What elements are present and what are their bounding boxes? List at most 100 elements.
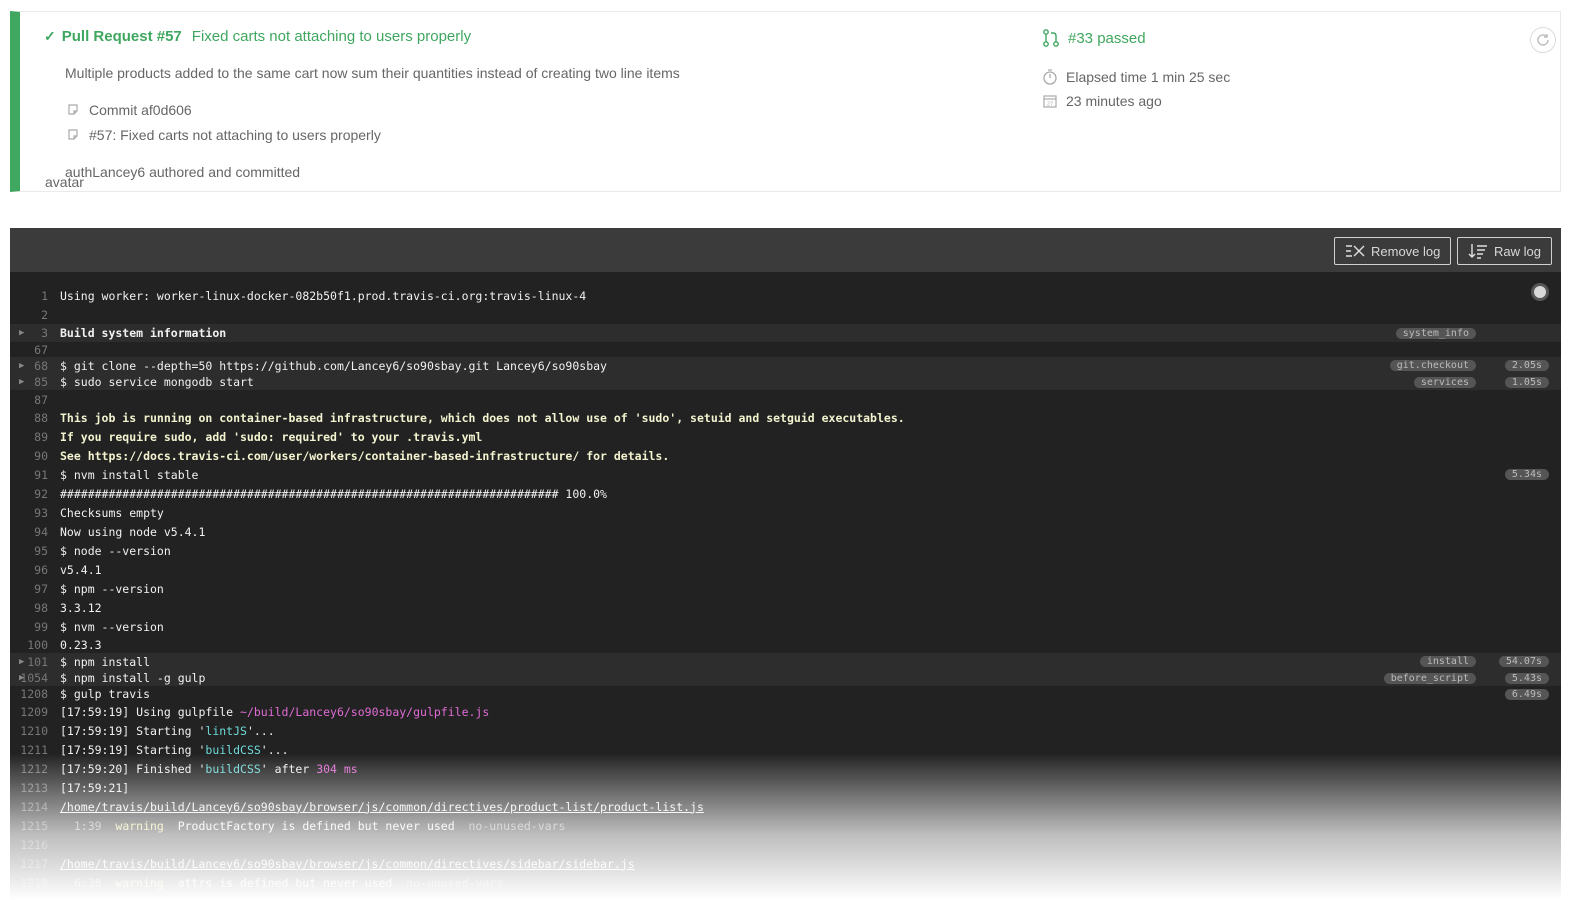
pr-label[interactable]: Pull Request #57 [62, 28, 182, 45]
line-text: [17:59:19] Starting 'buildCSS'... [60, 743, 289, 757]
line-segment: buildCSS [205, 761, 261, 776]
line-number[interactable]: 92 [10, 487, 60, 501]
log-line: 1211 [17:59:19] Starting 'buildCSS'... [10, 740, 1561, 759]
line-number[interactable]: 89 [10, 430, 60, 444]
pr-message[interactable]: Fixed carts not attaching to users prope… [192, 28, 471, 45]
line-number[interactable]: 91 [10, 468, 60, 482]
duration-badge: 2.05s [1504, 360, 1549, 371]
line-text: 0.23.3 [60, 637, 102, 652]
line-segment: warning [115, 818, 164, 833]
line-segment: [17:59:20] Finished ' [60, 761, 206, 776]
raw-log-icon [1468, 244, 1487, 259]
log-fold-line[interactable]: ▶ 3 Build system information system_info [10, 324, 1561, 342]
line-number[interactable]: 90 [10, 449, 60, 463]
line-number[interactable]: 1213 [10, 781, 60, 795]
log-line: 1208 $ gulp travis 6.49s [10, 686, 1561, 702]
build-status-link[interactable]: #33 passed [1042, 28, 1146, 48]
log-line: 1214/home/travis/build/Lancey6/so90sbay/… [10, 797, 1561, 816]
line-segment: attrs is defined but never used [163, 875, 407, 890]
log-line: 1215 1:39 warning ProductFactory is defi… [10, 816, 1561, 835]
line-segment: warning [115, 875, 164, 890]
log-fold-line[interactable]: ▶ 85 $ sudo service mongodb start services 1… [10, 374, 1561, 390]
line-number[interactable]: 2 [10, 308, 60, 322]
duration-badge: 1.05s [1504, 376, 1549, 388]
line-number[interactable]: 1 [10, 289, 60, 303]
line-number[interactable]: 94 [10, 525, 60, 539]
line-number[interactable]: 1054 [10, 671, 60, 685]
line-number[interactable]: 95 [10, 544, 60, 558]
elapsed-time: Elapsed time 1 min 25 sec [1042, 68, 1230, 86]
line-number[interactable]: 1215 [10, 819, 60, 833]
log-line: 94 Now using node v5.4.1 [10, 522, 1561, 541]
line-text: v5.4.1 [60, 562, 102, 577]
log-line: 92 ######################################… [10, 484, 1561, 503]
line-number[interactable]: 67 [10, 343, 60, 357]
duration-badge: 5.34s [1504, 469, 1549, 480]
line-number[interactable]: 1216 [10, 838, 60, 852]
line-number[interactable]: 101 [10, 655, 60, 669]
line-number[interactable]: 1210 [10, 724, 60, 738]
fold-tag-badge: services [1413, 376, 1476, 388]
line-number[interactable]: 98 [10, 601, 60, 615]
line-segment: 1:39 [60, 818, 116, 833]
line-segment: 304 ms [316, 761, 358, 776]
line-text: Checksums empty [60, 505, 164, 520]
log-fold-line[interactable]: ▶ 68 $ git clone --depth=50 https://github… [10, 357, 1561, 374]
commit-icon [68, 104, 78, 115]
line-number[interactable]: 1214 [10, 800, 60, 814]
commit-label: Commit af0d606 [89, 102, 192, 118]
line-number[interactable]: 68 [10, 359, 60, 373]
log-line: 89 If you require sudo, add 'sudo: requir… [10, 427, 1561, 446]
fold-arrow-icon[interactable]: ▶ [19, 361, 24, 371]
line-number[interactable]: 1212 [10, 762, 60, 776]
line-segment: ~/build/Lancey6/so90sbay/gulpfile.js [240, 704, 490, 719]
line-number[interactable]: 99 [10, 620, 60, 634]
fold-arrow-icon[interactable]: ▶ [19, 377, 24, 387]
line-number[interactable]: 87 [10, 393, 60, 407]
line-text: Now using node v5.4.1 [60, 524, 206, 539]
log-line: 1 Using worker: worker-linux-docker-082b5… [10, 287, 1561, 305]
line-number[interactable]: 97 [10, 582, 60, 596]
log-line: 1209 [17:59:19] Using gulpfile ~/build/La… [10, 702, 1561, 721]
fold-tag-badge: git.checkout [1389, 360, 1476, 371]
log-line: 1216 [10, 835, 1561, 854]
line-number[interactable]: 1209 [10, 705, 60, 719]
line-segment[interactable]: /home/travis/build/Lancey6/so90sbay/brow… [60, 857, 635, 871]
line-number[interactable]: 1218 [10, 876, 60, 890]
fold-tag-badge: install [1419, 656, 1476, 667]
restart-build-button[interactable] [1530, 27, 1556, 53]
commit-link[interactable]: Commit af0d606 [65, 102, 192, 118]
line-number[interactable]: 96 [10, 563, 60, 577]
duration-badge: 6.49s [1504, 688, 1549, 700]
line-segment: no-unused-vars [406, 875, 504, 890]
log-fold-line[interactable]: ▶ 101 $ npm install install 54.07s [10, 653, 1561, 670]
log-line: 2 [10, 305, 1561, 324]
line-number[interactable]: 100 [10, 638, 60, 652]
line-number[interactable]: 1208 [10, 687, 60, 701]
log-line: 88 This job is running on container-based… [10, 409, 1561, 427]
fold-arrow-icon[interactable]: ▶ [19, 673, 24, 683]
fold-arrow-icon[interactable]: ▶ [19, 657, 24, 667]
build-summary-card: ✓ Pull Request #57 Fixed carts not attac… [10, 11, 1561, 192]
pr-ref-link[interactable]: #57: Fixed carts not attaching to users … [65, 127, 381, 143]
line-number[interactable]: 1211 [10, 743, 60, 757]
line-number[interactable]: 3 [10, 326, 60, 340]
line-text: Using worker: worker-linux-docker-082b50… [60, 289, 587, 303]
ago-label: 23 minutes ago [1066, 93, 1162, 109]
raw-log-button[interactable]: Raw log [1457, 237, 1552, 265]
line-text: 1:39 warning ProductFactory is defined b… [60, 818, 566, 833]
log-line: 99 $ nvm --version [10, 617, 1561, 636]
line-number[interactable]: 85 [10, 375, 60, 389]
pr-ref-label: #57: Fixed carts not attaching to users … [89, 127, 381, 143]
fold-arrow-icon[interactable]: ▶ [19, 328, 24, 338]
branch-icon [1043, 29, 1059, 47]
line-segment: 6:38 [60, 875, 116, 890]
raw-log-label: Raw log [1494, 243, 1541, 259]
calendar-icon: 27 [1043, 95, 1057, 108]
line-segment[interactable]: /home/travis/build/Lancey6/so90sbay/brow… [60, 800, 704, 814]
line-number[interactable]: 93 [10, 506, 60, 520]
line-number[interactable]: 88 [10, 411, 60, 425]
remove-log-button[interactable]: Remove log [1334, 237, 1452, 265]
log-fold-line[interactable]: ▶ 1054 $ npm install -g gulp before_script 5… [10, 670, 1561, 686]
line-number[interactable]: 1217 [10, 857, 60, 871]
